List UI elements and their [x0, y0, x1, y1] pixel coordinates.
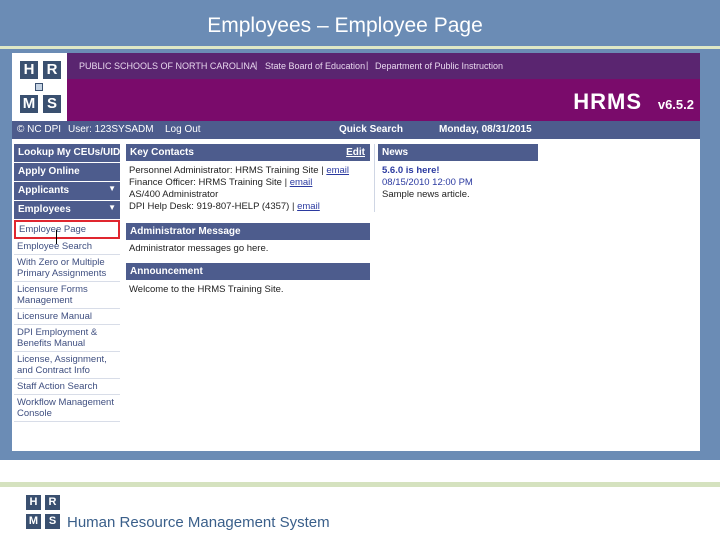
- news-title: News: [382, 147, 409, 158]
- header-link-strip: PUBLIC SCHOOLS OF NORTH CAROLINA | State…: [67, 53, 700, 79]
- logo-letter-m: M: [26, 514, 41, 529]
- news-date: 08/15/2010 12:00 PM: [382, 177, 473, 188]
- panel-divider: [374, 144, 375, 212]
- contact-finance-officer: Finance Officer: HRMS Training Site | em…: [129, 177, 313, 188]
- news-body: Sample news article.: [382, 189, 470, 200]
- key-contacts-title: Key Contacts: [130, 147, 194, 158]
- mouse-cursor-icon: [56, 230, 64, 244]
- menu-item-applicants[interactable]: Applicants ▼: [14, 182, 120, 200]
- submenu-employee-search[interactable]: Employee Search: [14, 239, 120, 255]
- submenu-zero-multiple-assignments[interactable]: With Zero or Multiple Primary Assignment…: [14, 255, 120, 282]
- email-link[interactable]: email: [290, 177, 313, 188]
- slide-title: Employees – Employee Page: [207, 14, 483, 37]
- logout-link[interactable]: Log Out: [165, 124, 201, 135]
- menu-item-label: Employees: [18, 204, 71, 215]
- email-link[interactable]: email: [326, 165, 349, 176]
- logo-letter-h: H: [26, 495, 41, 510]
- slide-divider: [0, 46, 720, 49]
- menu-item-label: Applicants: [18, 185, 70, 196]
- submenu-employee-page[interactable]: Employee Page: [14, 220, 120, 239]
- submenu-staff-action-search[interactable]: Staff Action Search: [14, 379, 120, 395]
- contact-help-desk: DPI Help Desk: 919-807-HELP (4357) | ema…: [129, 201, 320, 212]
- header-separator: |: [366, 60, 369, 70]
- admin-message-body: Administrator messages go here.: [129, 243, 269, 254]
- logo-letter-r: R: [45, 495, 60, 510]
- link-dpi[interactable]: Department of Public Instruction: [375, 61, 503, 71]
- admin-message-title: Administrator Message: [130, 226, 241, 237]
- hrms-screenshot: H R M S PUBLIC SCHOOLS OF NORTH CAROLINA…: [12, 53, 700, 451]
- left-menu: Lookup My CEUs/UID Apply Online Applican…: [14, 144, 120, 422]
- menu-item-employees[interactable]: Employees ▼: [14, 201, 120, 219]
- logo-dot-icon: [35, 83, 43, 91]
- chevron-down-icon: ▼: [108, 203, 116, 212]
- copyright-text: © NC DPI: [17, 124, 62, 135]
- menu-item-label: Apply Online: [18, 166, 80, 177]
- menu-item-label: Lookup My CEUs/UID: [18, 147, 121, 158]
- footer-divider: [0, 482, 720, 487]
- footer-system-name: Human Resource Management System: [67, 514, 330, 531]
- user-navbar: © NC DPI User: 123SYSADM Log Out Quick S…: [12, 121, 700, 139]
- logo-letter-s: S: [45, 514, 60, 529]
- link-public-schools[interactable]: PUBLIC SCHOOLS OF NORTH CAROLINA: [79, 61, 256, 71]
- app-version: v6.5.2: [657, 97, 694, 112]
- logo-letter-r: R: [43, 61, 61, 79]
- submenu-workflow-console[interactable]: Workflow Management Console: [14, 395, 120, 422]
- logo-letter-s: S: [43, 95, 61, 113]
- contact-as400-admin: AS/400 Administrator: [129, 189, 219, 200]
- header-separator: |: [255, 60, 258, 70]
- header-banner: HRMS v6.5.2: [67, 79, 700, 121]
- announcement-title: Announcement: [130, 266, 203, 277]
- edit-contacts-link[interactable]: Edit: [346, 147, 365, 158]
- news-headline[interactable]: 5.6.0 is here!: [382, 165, 440, 176]
- key-contacts-header: Key Contacts Edit: [126, 144, 370, 161]
- announcement-body: Welcome to the HRMS Training Site.: [129, 284, 284, 295]
- quick-search-link[interactable]: Quick Search: [339, 124, 403, 135]
- announcement-header: Announcement: [126, 263, 370, 280]
- submenu-employment-benefits-manual[interactable]: DPI Employment & Benefits Manual: [14, 325, 120, 352]
- submenu-licensure-forms[interactable]: Licensure Forms Management: [14, 282, 120, 309]
- logo-letter-m: M: [20, 95, 38, 113]
- submenu-licensure-manual[interactable]: Licensure Manual: [14, 309, 120, 325]
- hrms-logo[interactable]: H R M S: [12, 53, 67, 121]
- menu-item-lookup-ceus[interactable]: Lookup My CEUs/UID: [14, 144, 120, 162]
- link-state-board[interactable]: State Board of Education: [265, 61, 365, 71]
- menu-item-apply-online[interactable]: Apply Online: [14, 163, 120, 181]
- contact-personnel-admin: Personnel Administrator: HRMS Training S…: [129, 165, 350, 176]
- logo-letter-h: H: [20, 61, 38, 79]
- app-header: H R M S PUBLIC SCHOOLS OF NORTH CAROLINA…: [12, 53, 700, 121]
- admin-message-header: Administrator Message: [126, 223, 370, 240]
- user-label: User: 123SYSADM: [68, 124, 154, 135]
- chevron-down-icon: ▼: [108, 184, 116, 193]
- app-name: HRMS: [573, 89, 642, 114]
- news-header: News: [378, 144, 538, 161]
- submenu-license-assignment-contract[interactable]: License, Assignment, and Contract Info: [14, 352, 120, 379]
- current-date: Monday, 08/31/2015: [439, 124, 532, 135]
- email-link[interactable]: email: [297, 201, 320, 212]
- footer-hrms-logo: H R M S: [26, 495, 60, 529]
